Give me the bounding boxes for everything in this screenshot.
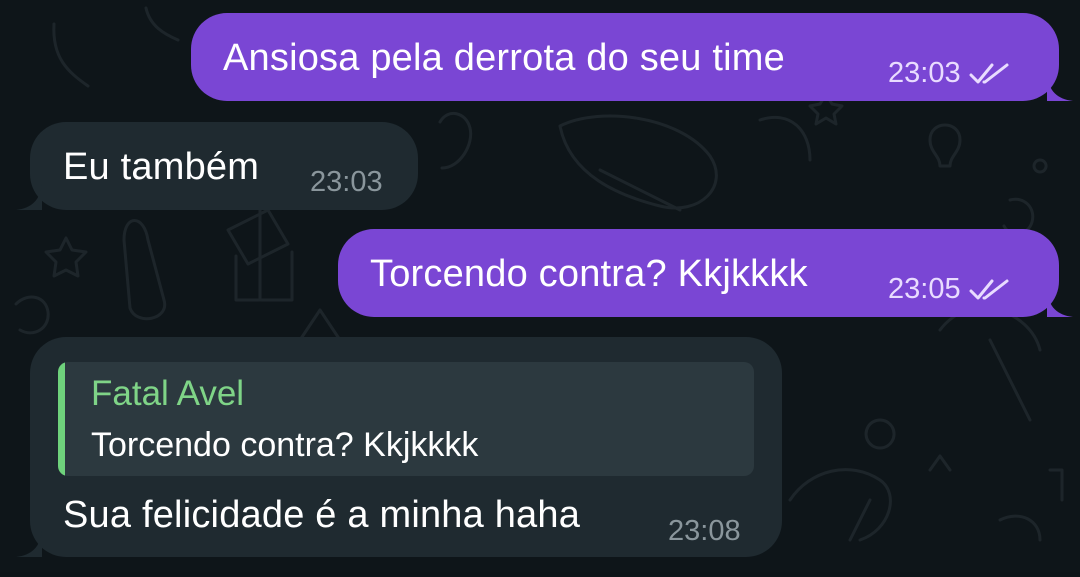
message-time: 23:03 [310,166,383,198]
message-text: Ansiosa pela derrota do seu time [223,37,785,79]
message-time: 23:05 [888,273,961,305]
double-check-icon [969,63,1009,83]
bubble-tail [1047,75,1073,101]
reply-quoted-text: Torcendo contra? Kkjkkkk [91,426,479,464]
bubble-tail [16,184,42,210]
message-time: 23:03 [888,57,961,89]
message-time: 23:08 [668,515,741,547]
message-bubble-incoming[interactable]: Eu também 23:03 [16,122,418,210]
message-bubble-outgoing[interactable]: Torcendo contra? Kkjkkkk 23:05 [338,229,1073,317]
message-meta: 23:08 [668,515,741,548]
bubble-tail [1047,291,1073,317]
message-meta: 23:05 [888,273,1011,306]
reply-sender-name: Fatal Avel [91,374,245,413]
message-text: Torcendo contra? Kkjkkkk [370,253,808,295]
double-check-icon [969,279,1009,299]
message-meta: 23:03 [310,166,383,199]
message-meta: 23:03 [888,57,1011,90]
message-text: Sua felicidade é a minha haha [63,494,581,536]
message-bubble-incoming-reply[interactable]: Fatal Avel Torcendo contra? Kkjkkkk Sua … [16,337,782,557]
bubble-tail [16,531,42,557]
message-text: Eu também [63,146,260,188]
reply-quote[interactable]: Fatal Avel Torcendo contra? Kkjkkkk [58,362,754,476]
message-bubble-outgoing[interactable]: Ansiosa pela derrota do seu time 23:03 [191,13,1073,101]
reply-accent-bar [58,362,65,476]
